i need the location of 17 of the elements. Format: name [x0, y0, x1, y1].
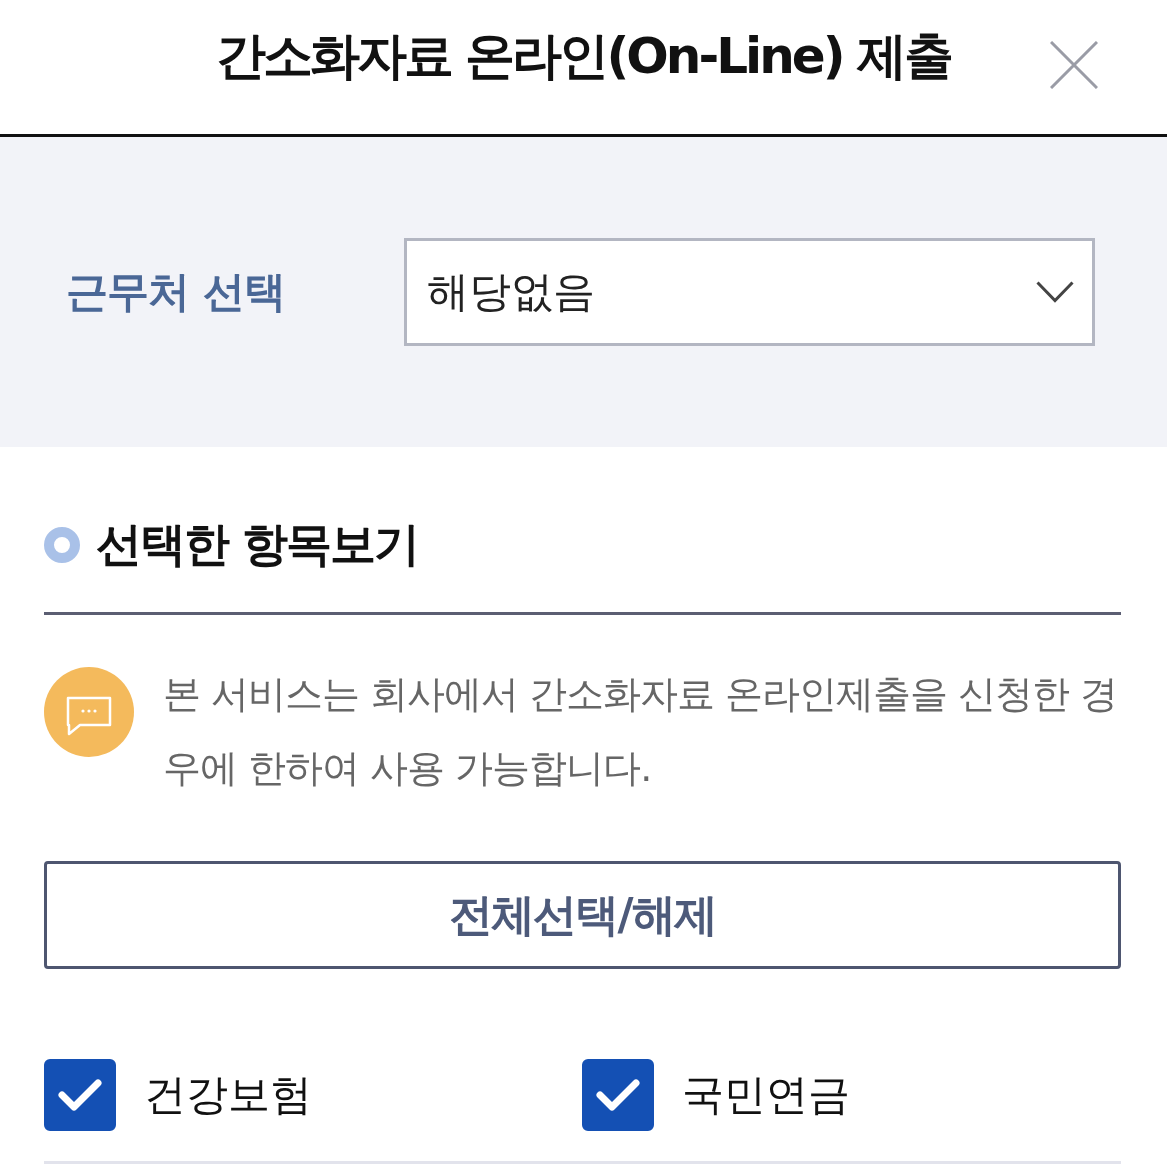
checkbox-label: 건강보험	[144, 1069, 312, 1121]
close-button[interactable]	[1049, 40, 1099, 90]
notice-text: 본 서비스는 회사에서 간소화자료 온라인제출을 신청한 경우에 한하여 사용 가능합니다.	[163, 671, 1119, 792]
checkbox[interactable]	[44, 1059, 116, 1131]
chevron-down-icon	[1036, 281, 1074, 303]
checkmark-icon	[58, 1078, 102, 1112]
dialog-title: 간소화자료 온라인(On-Line) 제출	[216, 25, 951, 87]
close-icon	[1050, 41, 1098, 89]
section-title: 선택한 항목보기	[96, 515, 418, 573]
workplace-select[interactable]: 해당없음	[404, 238, 1095, 346]
workplace-label: 근무처 선택	[66, 266, 286, 318]
checkmark-icon	[596, 1078, 640, 1112]
checkbox[interactable]	[582, 1059, 654, 1131]
select-all-button[interactable]: 전체선택/해제	[44, 861, 1121, 969]
checkbox-label: 국민연금	[682, 1069, 850, 1121]
ring-icon	[44, 526, 80, 563]
speech-bubble-icon	[44, 667, 134, 757]
